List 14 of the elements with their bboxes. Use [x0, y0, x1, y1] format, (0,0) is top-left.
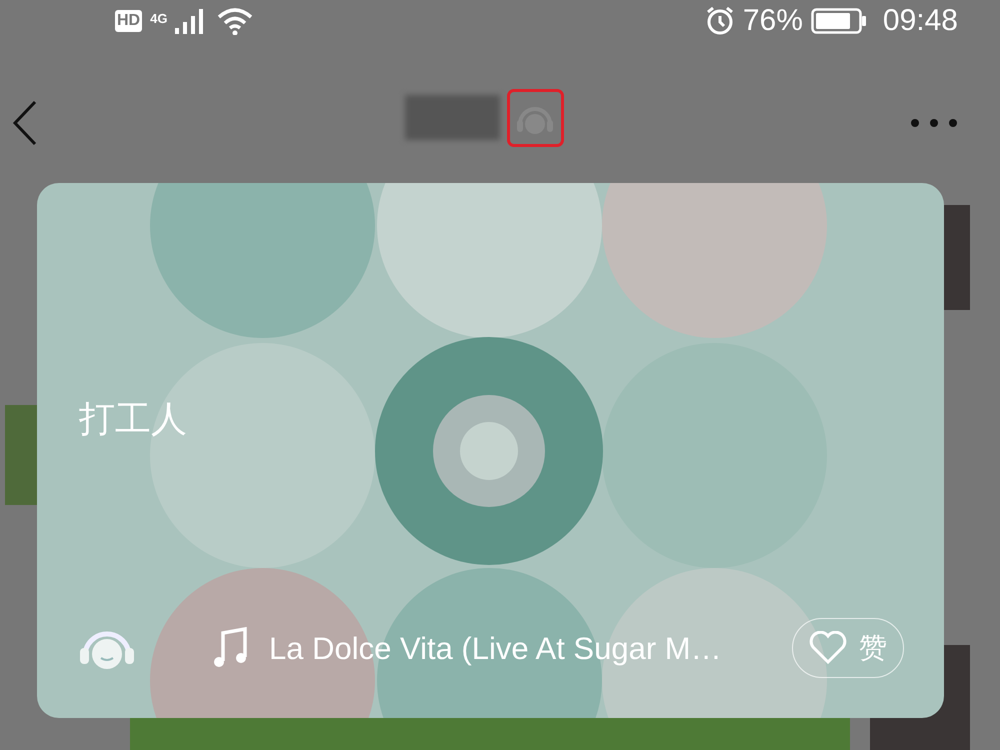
wifi-icon: [217, 7, 254, 35]
heart-icon: [809, 631, 847, 665]
battery-icon: [810, 8, 867, 34]
music-note-icon: [211, 627, 249, 669]
more-icon[interactable]: [910, 118, 958, 128]
network-type: 4G: [150, 10, 168, 28]
song-title: La Dolce Vita (Live At Sugar M…: [269, 632, 722, 664]
hd-badge: HD: [115, 10, 142, 32]
alarm-icon: [704, 6, 735, 36]
clock-time: 09:48: [882, 6, 958, 36]
card-title: 打工人: [79, 401, 187, 437]
battery-percent: 76%: [742, 6, 803, 36]
back-icon[interactable]: [12, 100, 38, 146]
like-button[interactable]: 赞: [792, 618, 904, 678]
